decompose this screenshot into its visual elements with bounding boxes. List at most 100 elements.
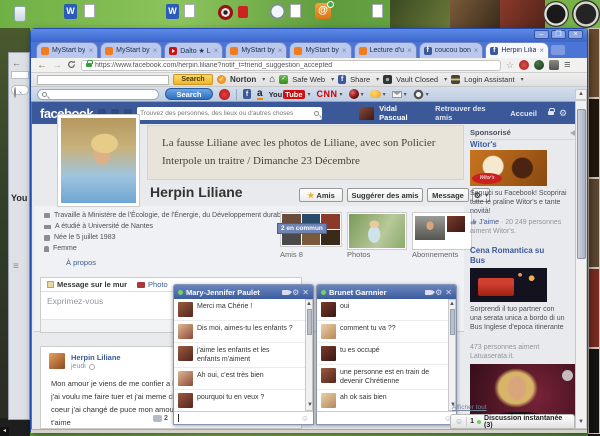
chat-options-icon[interactable]: ☺	[455, 417, 463, 426]
message-button[interactable]: Message	[427, 188, 469, 202]
minimize-button[interactable]: –	[534, 30, 549, 39]
extension-globe-icon[interactable]	[534, 60, 544, 70]
dartboard-icon[interactable]	[218, 5, 233, 20]
maximize-button[interactable]: ❐	[551, 30, 566, 39]
find-friends-link[interactable]: Retrouver des amis	[435, 104, 497, 122]
chat-close-icon[interactable]: ✕	[302, 288, 309, 297]
background-search-field[interactable]	[11, 85, 29, 95]
taskbar-left-arrow[interactable]: ◂	[0, 427, 9, 436]
word-doc-icon-2[interactable]: W	[166, 4, 179, 19]
ad-options-circle[interactable]	[562, 370, 573, 381]
url-bar[interactable]: https://www.facebook.com/herpin.liliane?…	[81, 60, 501, 71]
vault-menu[interactable]: Vault Closed	[396, 75, 438, 84]
chat-sidebar-bar[interactable]: ☺ 1 Discussion instantanée (3)	[450, 414, 575, 429]
tab-lecture[interactable]: Lecture d'u×	[354, 42, 417, 58]
word-doc-icon[interactable]: W	[64, 4, 77, 19]
forward-button[interactable]: →	[52, 60, 62, 71]
tab-youtube[interactable]: Dalto ★ L×	[164, 42, 223, 58]
document-icon-4[interactable]	[372, 4, 383, 18]
news-ball-button[interactable]: ▾	[349, 89, 364, 99]
friends-box[interactable]: 2 en commun	[280, 212, 342, 247]
cnn-button[interactable]: CNN▾	[317, 89, 343, 99]
chat-scroll-down[interactable]: ▼	[307, 401, 313, 410]
chat-2-input[interactable]: ☺	[317, 411, 456, 424]
photos-box[interactable]	[347, 212, 407, 250]
clock-icon[interactable]	[270, 4, 285, 19]
emoji-icon[interactable]: ☺	[301, 414, 309, 423]
share-menu[interactable]: Share	[350, 75, 370, 84]
facebook-search-input[interactable]	[140, 110, 312, 117]
chat-1-input[interactable]: ☺	[174, 411, 313, 424]
tab-close-icon[interactable]: ×	[153, 47, 158, 55]
login-assistant-menu[interactable]: Login Assistant	[464, 75, 514, 84]
chrome-menu-icon[interactable]: ≡	[564, 59, 570, 71]
post-author-avatar[interactable]	[49, 353, 65, 369]
norton-search-input[interactable]	[37, 75, 169, 85]
page-scrollbar-up[interactable]: ▲	[575, 89, 587, 100]
home-icon[interactable]: ⌂	[269, 74, 275, 85]
tab-close-icon[interactable]: ×	[539, 47, 544, 55]
ad-title-cena[interactable]: Cena Romantica su Bus	[470, 246, 550, 266]
mail-button[interactable]: ▾	[392, 91, 407, 98]
document-icon-3[interactable]	[290, 4, 301, 18]
video-call-icon[interactable]	[282, 290, 289, 295]
back-arrow-icon[interactable]: ←	[12, 58, 21, 68]
toolbar-search-input[interactable]	[37, 89, 159, 100]
chat-scroll-thumb[interactable]	[450, 309, 455, 335]
youtube-button[interactable]: YouTube▾	[269, 90, 311, 99]
show-all-link[interactable]: Afficher tout	[452, 404, 487, 411]
window-titlebar[interactable]: – ❐ ×	[31, 29, 587, 42]
recycle-bin-icon[interactable]	[14, 6, 26, 22]
red-app-icon[interactable]	[238, 6, 248, 18]
subscriptions-box[interactable]	[412, 212, 472, 250]
amazon-icon[interactable]: a	[257, 89, 263, 100]
tab-mystart-3[interactable]: MyStart by×	[225, 42, 287, 58]
close-button[interactable]: ×	[568, 30, 583, 39]
ad-image-cena[interactable]	[470, 268, 547, 302]
document-icon-2[interactable]	[184, 4, 195, 18]
ad-title-witors[interactable]: Witor's	[470, 140, 497, 149]
toolbar-search-button[interactable]: Search	[165, 88, 213, 100]
tab-facebook-coucou[interactable]: fcoucou bon×	[419, 42, 484, 58]
friends-box-label[interactable]: Amis 8	[280, 250, 303, 259]
tab-mystart-1[interactable]: MyStart by×	[36, 42, 98, 58]
aol-icon[interactable]	[219, 89, 230, 100]
photo-tab[interactable]: Photo	[137, 280, 168, 289]
weather-button[interactable]: ▾	[370, 90, 386, 98]
back-button[interactable]: ←	[37, 60, 47, 71]
tab-close-icon[interactable]: ×	[88, 47, 93, 55]
post-author-link[interactable]: Herpin Liliane	[71, 353, 121, 362]
tab-close-icon[interactable]: ×	[342, 47, 347, 55]
chat-scrollbar[interactable]: ▲ ▼	[305, 299, 313, 411]
reload-button[interactable]	[67, 60, 76, 71]
bookmark-star-icon[interactable]: ☆	[506, 60, 514, 71]
chat-scroll-up[interactable]: ▲	[306, 300, 312, 309]
page-scrollbar-down[interactable]: ▼	[576, 418, 586, 427]
tab-close-icon[interactable]: ×	[278, 47, 283, 55]
tab-mystart-2[interactable]: MyStart by×	[100, 42, 162, 58]
privacy-lock-icon[interactable]	[548, 111, 554, 115]
tab-mystart-4[interactable]: MyStart by×	[289, 42, 351, 58]
chat-scroll-up[interactable]: ▲	[449, 300, 455, 309]
tab-facebook-herpin[interactable]: fHerpin Lilia×	[485, 42, 549, 58]
home-link[interactable]: Accueil	[510, 109, 537, 118]
chat-scrollbar[interactable]: ▲ ▼	[448, 299, 456, 411]
like-link[interactable]: J'aime	[479, 219, 499, 226]
tab-close-icon[interactable]: ×	[407, 47, 412, 55]
about-link[interactable]: À propos	[66, 258, 96, 267]
window-bottom-bar[interactable]	[31, 429, 587, 433]
tab-close-icon[interactable]: ×	[214, 47, 219, 55]
chat-2-header[interactable]: Brunet Garnnier ⚙ ✕	[317, 285, 456, 299]
chat-settings-icon[interactable]: ⚙	[292, 288, 299, 297]
norton-search-button[interactable]: Search	[173, 74, 213, 85]
background-window[interactable]: ← You ≡	[8, 52, 30, 420]
friends-button[interactable]: ★Amis	[299, 188, 343, 202]
document-icon[interactable]	[84, 4, 95, 18]
settings-gear-icon[interactable]: ⚙	[559, 108, 567, 119]
photos-box-label[interactable]: Photos	[347, 250, 370, 259]
suggest-friends-button[interactable]: Suggérer des amis	[347, 188, 423, 202]
new-tab-button[interactable]	[551, 45, 565, 55]
chat-settings-icon[interactable]: ⚙	[435, 288, 442, 297]
background-url-field[interactable]	[11, 71, 29, 79]
profile-picture[interactable]	[57, 114, 140, 207]
